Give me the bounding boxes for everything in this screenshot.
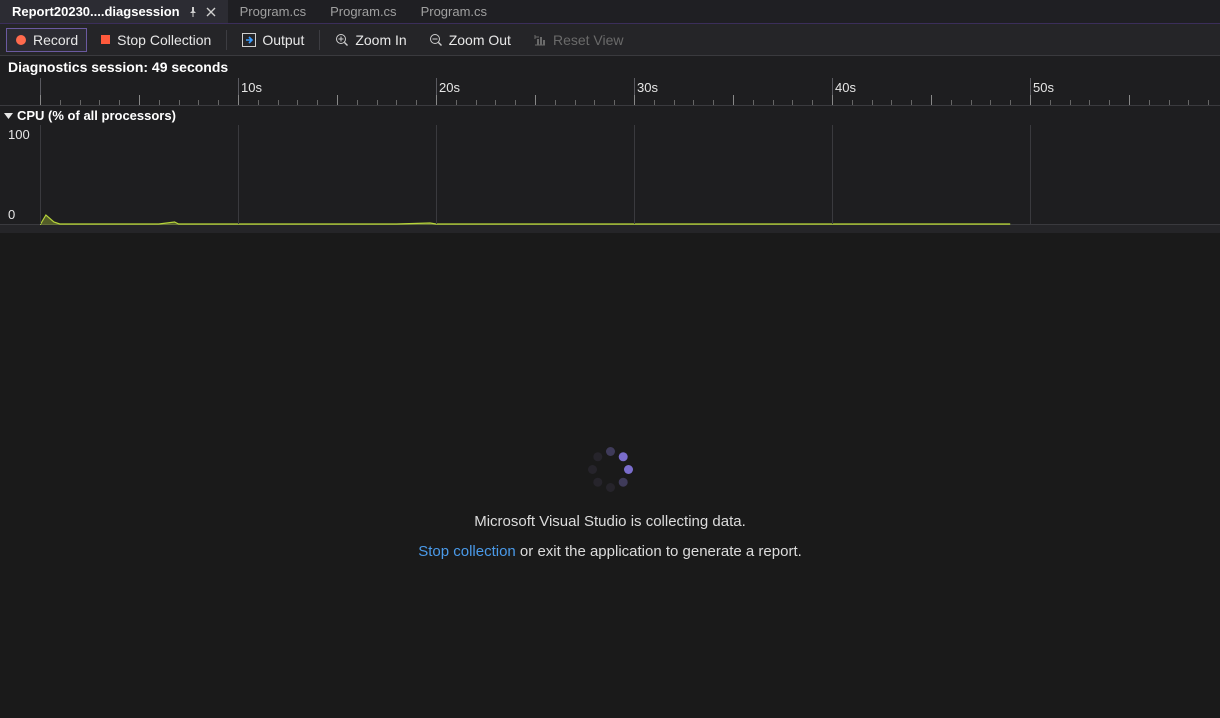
reset-view-label: Reset View <box>553 32 624 48</box>
zoom-in-icon <box>335 33 349 47</box>
cpu-chart-title: CPU (% of all processors) <box>17 108 176 123</box>
output-label: Output <box>262 32 304 48</box>
toolbar: Record Stop Collection Output Zoom In Zo… <box>0 24 1220 56</box>
tab-label: Program.cs <box>421 4 487 19</box>
cpu-chart-header[interactable]: CPU (% of all processors) <box>0 106 1220 125</box>
tab-label: Program.cs <box>240 4 306 19</box>
reset-view-icon <box>533 33 547 47</box>
pin-icon[interactable] <box>188 7 198 17</box>
ruler-tick-label: 20s <box>439 80 460 95</box>
reset-view-button[interactable]: Reset View <box>524 28 633 52</box>
ruler-tick-label: 10s <box>241 80 262 95</box>
session-label: Diagnostics session: 49 seconds <box>0 56 1220 78</box>
record-button[interactable]: Record <box>6 28 87 52</box>
zoom-out-label: Zoom Out <box>449 32 511 48</box>
spinner-icon <box>586 445 634 493</box>
tab-label: Program.cs <box>330 4 396 19</box>
tab-program-cs-2[interactable]: Program.cs <box>318 0 408 23</box>
tab-strip: Report20230....diagsession Program.cs Pr… <box>0 0 1220 24</box>
status-line-2-suffix: or exit the application to generate a re… <box>516 543 802 560</box>
report-pane: Microsoft Visual Studio is collecting da… <box>0 225 1220 704</box>
zoom-in-button[interactable]: Zoom In <box>326 28 415 52</box>
stop-icon <box>100 34 111 45</box>
collapse-icon <box>4 111 13 120</box>
collecting-status: Microsoft Visual Studio is collecting da… <box>310 445 910 567</box>
zoom-out-icon <box>429 33 443 47</box>
stop-collection-link[interactable]: Stop collection <box>418 543 516 560</box>
tab-program-cs-3[interactable]: Program.cs <box>409 0 499 23</box>
y-axis-min: 0 <box>8 207 15 222</box>
output-button[interactable]: Output <box>233 28 313 52</box>
y-axis-max: 100 <box>8 127 30 142</box>
tab-program-cs-1[interactable]: Program.cs <box>228 0 318 23</box>
status-line-1: Microsoft Visual Studio is collecting da… <box>310 507 910 537</box>
tab-label: Report20230....diagsession <box>12 4 180 19</box>
output-icon <box>242 33 256 47</box>
zoom-in-label: Zoom In <box>355 32 406 48</box>
toolbar-separator <box>226 30 227 50</box>
record-icon <box>15 34 27 46</box>
timeline-ruler[interactable]: 10s 20s 30s 40s 50s <box>0 78 1220 106</box>
ruler-tick-label: 30s <box>637 80 658 95</box>
status-line-2: Stop collection or exit the application … <box>310 537 910 567</box>
cpu-chart[interactable]: 100 0 <box>0 125 1220 225</box>
ruler-tick-label: 50s <box>1033 80 1054 95</box>
record-label: Record <box>33 32 78 48</box>
cpu-line-plot <box>40 125 1220 225</box>
toolbar-separator <box>319 30 320 50</box>
stop-collection-label: Stop Collection <box>117 32 211 48</box>
tab-report-diagsession[interactable]: Report20230....diagsession <box>0 0 228 23</box>
close-icon[interactable] <box>206 7 216 17</box>
stop-collection-button[interactable]: Stop Collection <box>91 28 220 52</box>
zoom-out-button[interactable]: Zoom Out <box>420 28 520 52</box>
ruler-tick-label: 40s <box>835 80 856 95</box>
